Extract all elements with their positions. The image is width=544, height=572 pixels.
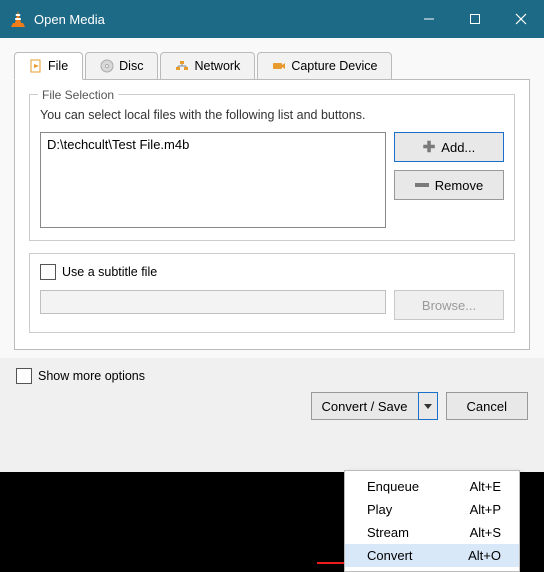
convert-save-menu: Enqueue Alt+E Play Alt+P Stream Alt+S Co… <box>344 470 520 572</box>
group-legend: File Selection <box>38 88 118 102</box>
convert-save-dropdown-arrow[interactable] <box>418 392 438 420</box>
tab-file[interactable]: File <box>14 52 83 80</box>
menu-label: Play <box>367 502 392 517</box>
file-selection-hint: You can select local files with the foll… <box>40 108 504 122</box>
menu-accel: Alt+P <box>470 502 501 517</box>
subtitle-checkbox[interactable] <box>40 264 56 280</box>
footer-options: Show more options <box>0 358 544 386</box>
file-list[interactable]: D:\techcult\Test File.m4b <box>40 132 386 228</box>
button-label: Convert / Save <box>322 399 408 414</box>
cancel-button[interactable]: Cancel <box>446 392 528 420</box>
menu-label: Stream <box>367 525 409 540</box>
browse-button: Browse... <box>394 290 504 320</box>
vlc-cone-icon <box>8 9 28 29</box>
button-label: Browse... <box>422 298 476 313</box>
tab-label: Capture Device <box>291 59 377 73</box>
button-label: Add... <box>441 140 475 155</box>
tab-capture[interactable]: Capture Device <box>257 52 392 80</box>
show-more-label: Show more options <box>38 369 145 383</box>
close-button[interactable] <box>498 0 544 38</box>
plus-icon: ✚ <box>423 138 436 156</box>
tab-disc[interactable]: Disc <box>85 52 158 80</box>
convert-save-button[interactable]: Convert / Save <box>311 392 418 420</box>
menu-accel: Alt+E <box>470 479 501 494</box>
menu-accel: Alt+O <box>468 548 501 563</box>
tab-label: Disc <box>119 59 143 73</box>
source-tabs: File Disc Network Capture Device <box>14 52 530 80</box>
minimize-button[interactable] <box>406 0 452 38</box>
maximize-button[interactable] <box>452 0 498 38</box>
menu-label: Enqueue <box>367 479 419 494</box>
file-list-item[interactable]: D:\techcult\Test File.m4b <box>47 137 379 152</box>
file-selection-group: File Selection You can select local file… <box>29 94 515 241</box>
menu-label: Convert <box>367 548 413 563</box>
menu-accel: Alt+S <box>470 525 501 540</box>
add-button[interactable]: ✚ Add... <box>394 132 504 162</box>
chevron-down-icon <box>424 404 432 409</box>
menu-item-enqueue[interactable]: Enqueue Alt+E <box>345 475 519 498</box>
menu-item-stream[interactable]: Stream Alt+S <box>345 521 519 544</box>
remove-button[interactable]: Remove <box>394 170 504 200</box>
capture-icon <box>272 59 286 73</box>
file-icon <box>29 59 43 73</box>
button-label: Remove <box>435 178 483 193</box>
subtitle-label: Use a subtitle file <box>62 265 157 279</box>
disc-icon <box>100 59 114 73</box>
button-label: Cancel <box>467 399 507 414</box>
window-title: Open Media <box>34 12 105 27</box>
dialog-actions: Convert / Save Cancel <box>0 386 544 430</box>
tab-panel: File Selection You can select local file… <box>14 79 530 350</box>
dialog-body: File Disc Network Capture Device File Se… <box>0 38 544 358</box>
open-media-dialog: Open Media File Disc Ne <box>0 0 544 562</box>
minus-icon <box>415 183 429 187</box>
network-icon <box>175 59 189 73</box>
menu-item-play[interactable]: Play Alt+P <box>345 498 519 521</box>
show-more-checkbox[interactable] <box>16 368 32 384</box>
tab-network[interactable]: Network <box>160 52 255 80</box>
convert-save-split-button[interactable]: Convert / Save <box>311 392 438 420</box>
tab-label: File <box>48 59 68 73</box>
tab-label: Network <box>194 59 240 73</box>
subtitle-path-input <box>40 290 386 314</box>
subtitle-group: Use a subtitle file Browse... <box>29 253 515 333</box>
menu-item-convert[interactable]: Convert Alt+O <box>345 544 519 567</box>
title-bar[interactable]: Open Media <box>0 0 544 38</box>
